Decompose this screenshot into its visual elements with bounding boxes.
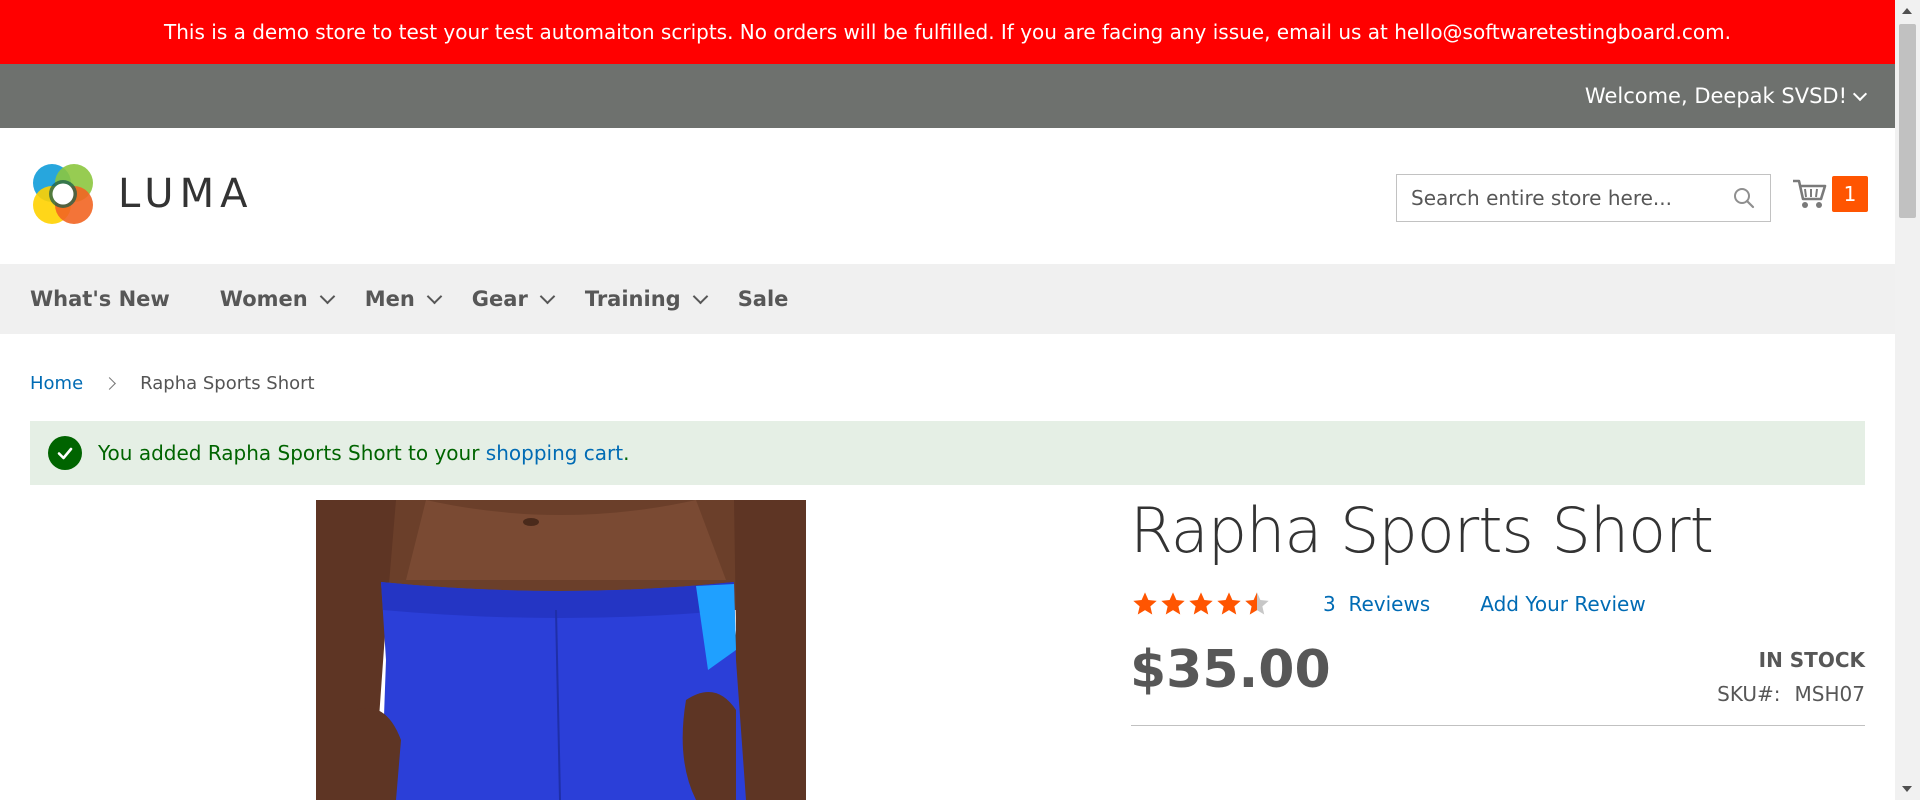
reviews-link[interactable]: 3 Reviews bbox=[1323, 592, 1430, 616]
shopping-cart-link[interactable]: shopping cart bbox=[486, 441, 623, 465]
star-icon bbox=[1217, 592, 1241, 615]
product-image[interactable] bbox=[316, 500, 806, 800]
demo-notice-text: This is a demo store to test your test a… bbox=[164, 20, 1731, 44]
nav-item-label: Men bbox=[364, 287, 415, 311]
reviews-label: Reviews bbox=[1348, 592, 1431, 616]
welcome-text: Welcome, Deepak SVSD! bbox=[1584, 84, 1847, 108]
logo-text: LUMA bbox=[118, 171, 254, 217]
chevron-down-icon bbox=[319, 288, 335, 304]
vertical-scrollbar[interactable] bbox=[1895, 0, 1920, 800]
luma-logo-icon bbox=[33, 164, 93, 224]
nav-item-training[interactable]: Training bbox=[584, 287, 708, 311]
search-icon[interactable] bbox=[1732, 186, 1756, 210]
chevron-down-icon[interactable] bbox=[1852, 86, 1868, 101]
chevron-down-icon bbox=[692, 288, 708, 304]
product-sku: SKU#: MSH07 bbox=[1717, 682, 1865, 706]
product-title: Rapha Sports Short bbox=[1130, 494, 1714, 567]
chevron-right-icon bbox=[103, 377, 117, 390]
product-photo bbox=[316, 500, 806, 800]
star-icon bbox=[1189, 592, 1213, 615]
stock-status: IN STOCK bbox=[1758, 648, 1865, 672]
scroll-down-arrow-icon[interactable] bbox=[1902, 786, 1912, 792]
nav-item-sale[interactable]: Sale bbox=[738, 287, 789, 311]
nav-item-label: What's New bbox=[30, 287, 170, 311]
nav-item-label: Women bbox=[219, 287, 308, 311]
breadcrumb: Home Rapha Sports Short bbox=[30, 373, 315, 394]
success-message: You added Rapha Sports Short to your sho… bbox=[30, 421, 1865, 485]
nav-item-whats-new[interactable]: What's New bbox=[30, 287, 170, 311]
search-input[interactable] bbox=[1411, 186, 1732, 210]
nav-item-label: Gear bbox=[471, 287, 528, 311]
star-icon bbox=[1133, 592, 1157, 615]
page: This is a demo store to test your test a… bbox=[0, 0, 1895, 800]
product-rating: 3 Reviews Add Your Review bbox=[1131, 590, 1646, 618]
demo-notice-banner: This is a demo store to test your test a… bbox=[0, 0, 1895, 64]
scrollbar-thumb[interactable] bbox=[1899, 24, 1916, 218]
star-icon bbox=[1161, 592, 1185, 615]
nav-item-label: Training bbox=[584, 287, 681, 311]
divider bbox=[1131, 725, 1865, 726]
nav-item-women[interactable]: Women bbox=[219, 287, 335, 311]
top-panel: Welcome, Deepak SVSD! bbox=[0, 64, 1895, 128]
nav-item-gear[interactable]: Gear bbox=[471, 287, 556, 311]
main-navigation: What's New Women Men Gear Training Sale bbox=[0, 264, 1895, 334]
half-star-icon bbox=[1245, 592, 1269, 615]
minicart-button[interactable]: 1 bbox=[1792, 176, 1868, 212]
search-box[interactable] bbox=[1396, 174, 1771, 222]
success-message-text: You added Rapha Sports Short to your sho… bbox=[98, 441, 630, 465]
chevron-down-icon bbox=[426, 288, 443, 304]
sku-label: SKU#: bbox=[1717, 682, 1781, 706]
breadcrumb-current: Rapha Sports Short bbox=[140, 373, 315, 394]
customer-welcome-menu[interactable]: Welcome, Deepak SVSD! bbox=[1584, 84, 1868, 108]
store-logo[interactable]: LUMA bbox=[30, 161, 253, 227]
chevron-down-icon bbox=[539, 288, 556, 304]
nav-item-men[interactable]: Men bbox=[364, 287, 443, 311]
breadcrumb-home-link[interactable]: Home bbox=[30, 373, 83, 394]
header: LUMA 1 bbox=[0, 128, 1895, 264]
product-price: $35.00 bbox=[1130, 640, 1331, 700]
scroll-up-arrow-icon[interactable] bbox=[1902, 8, 1912, 14]
shopping-cart-icon bbox=[1793, 179, 1827, 208]
reviews-count: 3 bbox=[1323, 592, 1336, 616]
checkmark-icon bbox=[48, 436, 82, 470]
cart-count-badge[interactable]: 1 bbox=[1832, 176, 1868, 212]
nav-item-label: Sale bbox=[737, 287, 789, 311]
add-review-link[interactable]: Add Your Review bbox=[1480, 592, 1646, 616]
sku-value: MSH07 bbox=[1794, 682, 1865, 706]
rating-stars bbox=[1131, 590, 1271, 618]
